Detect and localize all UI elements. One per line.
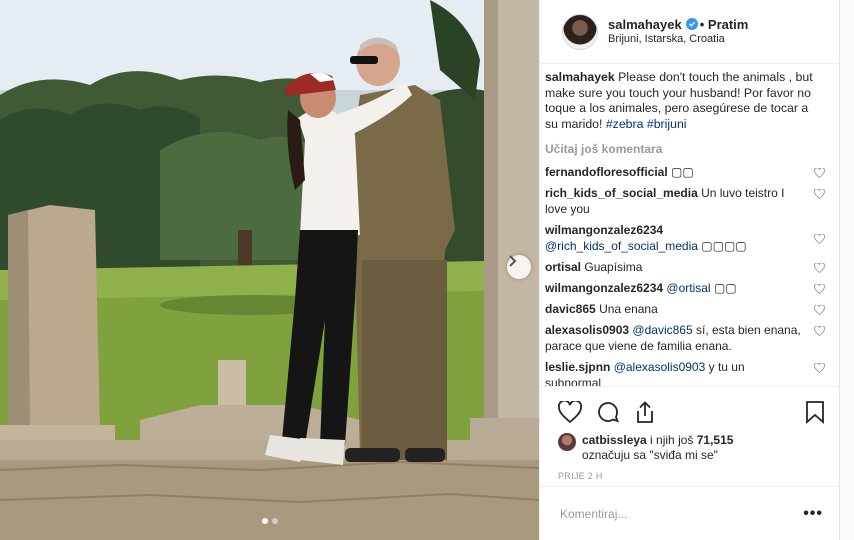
liker-username[interactable]: catbissleya bbox=[582, 433, 647, 447]
verified-badge-icon bbox=[685, 18, 698, 30]
comment-like-icon[interactable] bbox=[814, 361, 825, 377]
comment-username[interactable]: ortisal bbox=[545, 260, 581, 274]
comment-item: fernandofloresofficial ▢▢ bbox=[545, 164, 825, 180]
post-side-panel: salmahayek • Pratim Brijuni, Istarska, C… bbox=[539, 0, 840, 540]
comment-like-icon[interactable] bbox=[814, 324, 825, 340]
comment-icon[interactable] bbox=[596, 400, 620, 424]
comment-mention[interactable]: @alexasolis0903 bbox=[614, 360, 706, 374]
post-timestamp[interactable]: PRIJE 2 H bbox=[558, 471, 825, 481]
post-photo[interactable] bbox=[0, 0, 539, 540]
comment-username[interactable]: rich_kids_of_social_media bbox=[545, 186, 698, 200]
likes-text-end: označuju sa "sviđa mi se" bbox=[582, 448, 718, 462]
header-username[interactable]: salmahayek bbox=[608, 17, 682, 32]
comment-username[interactable]: leslie.sjpnn bbox=[545, 360, 610, 374]
comment-item: rich_kids_of_social_media Un luvo teistr… bbox=[545, 185, 825, 217]
comment-like-icon[interactable] bbox=[814, 187, 825, 203]
post-actions-area: catbissleya i njih još 71,515 označuju s… bbox=[540, 386, 839, 486]
comment-text: Guapísima bbox=[584, 260, 643, 274]
avatar[interactable] bbox=[558, 433, 576, 451]
comment-item: alexasolis0903 @davic865 sí, esta bien e… bbox=[545, 322, 825, 354]
hashtag-link[interactable]: #brijuni bbox=[647, 117, 687, 131]
comment-item: wilmangonzalez6234 @rich_kids_of_social_… bbox=[545, 222, 825, 254]
likes-count[interactable]: 71,515 bbox=[697, 433, 734, 447]
comment-text: ▢▢ bbox=[671, 165, 694, 179]
page-background bbox=[840, 0, 854, 540]
comment-like-icon[interactable] bbox=[814, 282, 825, 298]
comment-item: wilmangonzalez6234 @ortisal ▢▢ bbox=[545, 280, 825, 296]
comments-list: salmahayek Please don't touch the animal… bbox=[540, 70, 839, 386]
comment-text: ▢▢▢▢ bbox=[701, 239, 747, 253]
comment-like-icon[interactable] bbox=[814, 303, 825, 319]
comment-like-icon[interactable] bbox=[814, 166, 825, 182]
comment-item: davic865 Una enana bbox=[545, 301, 825, 317]
avatar[interactable] bbox=[562, 13, 598, 50]
heart-icon[interactable] bbox=[558, 401, 582, 423]
carousel-dot bbox=[261, 518, 268, 524]
bookmark-icon[interactable] bbox=[805, 400, 825, 424]
photo-scene bbox=[0, 0, 539, 540]
location-link[interactable]: Brijuni, Istarska, Croatia bbox=[608, 32, 748, 47]
comment-item: leslie.sjpnn @alexasolis0903 y tu un sub… bbox=[545, 359, 825, 386]
comment-input[interactable] bbox=[560, 506, 804, 521]
comment-text: Una enana bbox=[599, 302, 658, 316]
next-image-button[interactable] bbox=[507, 255, 531, 279]
more-options-button[interactable]: ••• bbox=[803, 505, 823, 523]
carousel-dot bbox=[271, 518, 278, 524]
comment-username[interactable]: fernandofloresofficial bbox=[545, 165, 668, 179]
comment-username[interactable]: alexasolis0903 bbox=[545, 323, 629, 337]
likes-text: i njih još bbox=[646, 433, 697, 447]
likes-summary: catbissleya i njih još 71,515 označuju s… bbox=[558, 433, 825, 463]
post-header: salmahayek • Pratim Brijuni, Istarska, C… bbox=[540, 0, 839, 64]
load-more-comments-button[interactable]: Učitaj još komentara bbox=[545, 142, 825, 156]
comment-like-icon[interactable] bbox=[814, 261, 825, 277]
comment-text: ▢▢ bbox=[713, 281, 737, 295]
carousel-indicator bbox=[0, 518, 539, 524]
hashtag-link[interactable]: #zebra bbox=[606, 117, 644, 131]
comment-form: ••• bbox=[540, 486, 839, 540]
follow-status-button[interactable]: • Pratim bbox=[700, 17, 749, 32]
comment-username[interactable]: davic865 bbox=[545, 302, 596, 316]
post-caption: salmahayek Please don't touch the animal… bbox=[545, 70, 825, 132]
comment-item: ortisal Guapísima bbox=[545, 259, 825, 275]
comment-mention[interactable]: @ortisal bbox=[666, 281, 710, 295]
comment-mention[interactable]: @rich_kids_of_social_media bbox=[545, 239, 698, 253]
chevron-right-icon bbox=[509, 255, 517, 267]
action-bar bbox=[558, 399, 825, 425]
comment-username[interactable]: wilmangonzalez6234 bbox=[545, 281, 663, 295]
comment-username[interactable]: wilmangonzalez6234 bbox=[545, 223, 663, 237]
share-icon[interactable] bbox=[634, 400, 656, 424]
comment-mention[interactable]: @davic865 bbox=[632, 323, 692, 337]
comment-like-icon[interactable] bbox=[814, 232, 825, 248]
caption-username[interactable]: salmahayek bbox=[545, 70, 615, 84]
